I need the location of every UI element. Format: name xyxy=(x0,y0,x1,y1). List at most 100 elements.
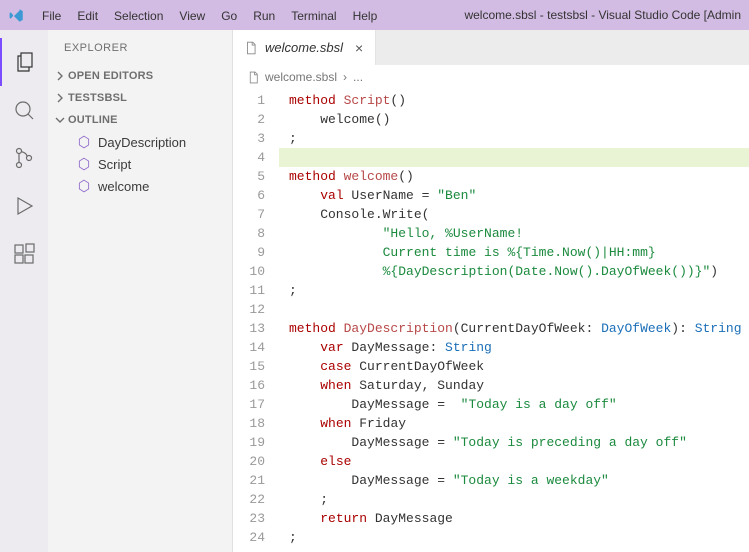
line-number: 15 xyxy=(233,357,265,376)
outline-item-label: Script xyxy=(98,157,131,172)
code-line[interactable]: case CurrentDayOfWeek xyxy=(279,357,749,376)
code-editor[interactable]: 123456789101112131415161718192021222324 … xyxy=(233,89,749,552)
menu-run[interactable]: Run xyxy=(245,5,283,27)
line-number: 7 xyxy=(233,205,265,224)
menu-view[interactable]: View xyxy=(171,5,213,27)
vscode-logo-icon xyxy=(8,7,24,23)
activity-bar xyxy=(0,30,48,552)
code-content[interactable]: method Script() welcome(); method welcome… xyxy=(279,89,749,552)
chevron-down-icon xyxy=(52,115,68,125)
code-line[interactable]: "Hello, %UserName! xyxy=(279,224,749,243)
menu-file[interactable]: File xyxy=(34,5,69,27)
line-number: 19 xyxy=(233,433,265,452)
source-control-icon[interactable] xyxy=(0,134,48,182)
outline-item-daydescription[interactable]: DayDescription xyxy=(48,131,232,153)
line-number: 21 xyxy=(233,471,265,490)
line-number: 8 xyxy=(233,224,265,243)
code-line[interactable]: method Script() xyxy=(279,91,749,110)
main-area: EXPLORER OPEN EDITORS TESTSBSL OUTLINE DayD… xyxy=(0,30,749,552)
file-icon xyxy=(245,69,261,85)
section-label: TESTSBSL xyxy=(68,92,127,104)
tab-label: welcome.sbsl xyxy=(265,40,343,55)
outline-item-welcome[interactable]: welcome xyxy=(48,175,232,197)
line-number: 4 xyxy=(233,148,265,167)
outline-item-label: welcome xyxy=(98,179,149,194)
code-line[interactable] xyxy=(279,148,749,167)
code-line[interactable]: DayMessage = "Today is preceding a day o… xyxy=(279,433,749,452)
code-line[interactable]: DayMessage = "Today is a weekday" xyxy=(279,471,749,490)
code-line[interactable]: Current time is %{Time.Now()|HH:mm} xyxy=(279,243,749,262)
symbol-method-icon xyxy=(76,178,92,194)
line-number: 5 xyxy=(233,167,265,186)
menu-bar: FileEditSelectionViewGoRunTerminalHelp xyxy=(34,8,385,23)
tab-welcome-sbsl[interactable]: welcome.sbsl × xyxy=(233,30,376,65)
line-number: 14 xyxy=(233,338,265,357)
code-line[interactable]: DayMessage = "Today is a day off" xyxy=(279,395,749,414)
code-line[interactable]: ; xyxy=(279,129,749,148)
line-number: 10 xyxy=(233,262,265,281)
line-number: 16 xyxy=(233,376,265,395)
chevron-right-icon xyxy=(52,71,68,81)
line-number: 1 xyxy=(233,91,265,110)
chevron-right-icon xyxy=(52,93,68,103)
menu-selection[interactable]: Selection xyxy=(106,5,171,27)
close-icon[interactable]: × xyxy=(351,40,367,56)
line-number: 2 xyxy=(233,110,265,129)
line-number: 11 xyxy=(233,281,265,300)
window-title: welcome.sbsl - testsbsl - Visual Studio … xyxy=(464,8,741,22)
line-number: 3 xyxy=(233,129,265,148)
explorer-icon[interactable] xyxy=(0,38,48,86)
extensions-icon[interactable] xyxy=(0,230,48,278)
code-line[interactable]: var DayMessage: String xyxy=(279,338,749,357)
line-number: 9 xyxy=(233,243,265,262)
title-bar: FileEditSelectionViewGoRunTerminalHelp w… xyxy=(0,0,749,30)
run-debug-icon[interactable] xyxy=(0,182,48,230)
code-line[interactable]: else xyxy=(279,452,749,471)
line-number: 18 xyxy=(233,414,265,433)
menu-help[interactable]: Help xyxy=(345,5,386,27)
editor-area: welcome.sbsl × welcome.sbsl › ... 123456… xyxy=(233,30,749,552)
menu-go[interactable]: Go xyxy=(213,5,245,27)
file-icon xyxy=(243,40,259,56)
line-numbers: 123456789101112131415161718192021222324 xyxy=(233,89,279,552)
line-number: 23 xyxy=(233,509,265,528)
code-line[interactable]: when Friday xyxy=(279,414,749,433)
editor-tabs: welcome.sbsl × xyxy=(233,30,749,65)
line-number: 6 xyxy=(233,186,265,205)
code-line[interactable]: val UserName = "Ben" xyxy=(279,186,749,205)
line-number: 24 xyxy=(233,528,265,547)
breadcrumb-rest: ... xyxy=(353,70,363,84)
code-line[interactable]: %{DayDescription(Date.Now().DayOfWeek())… xyxy=(279,262,749,281)
line-number: 13 xyxy=(233,319,265,338)
outline-item-label: DayDescription xyxy=(98,135,186,150)
line-number: 12 xyxy=(233,300,265,319)
code-line[interactable]: Console.Write( xyxy=(279,205,749,224)
line-number: 17 xyxy=(233,395,265,414)
code-line[interactable] xyxy=(279,300,749,319)
code-line[interactable]: ; xyxy=(279,490,749,509)
code-line[interactable]: method DayDescription(CurrentDayOfWeek: … xyxy=(279,319,749,338)
outline-item-script[interactable]: Script xyxy=(48,153,232,175)
code-line[interactable]: welcome() xyxy=(279,110,749,129)
section-open-editors[interactable]: OPEN EDITORS xyxy=(48,65,232,87)
breadcrumb-file: welcome.sbsl xyxy=(265,70,337,84)
code-line[interactable]: ; xyxy=(279,281,749,300)
menu-terminal[interactable]: Terminal xyxy=(283,5,344,27)
line-number: 22 xyxy=(233,490,265,509)
section-testsbsl[interactable]: TESTSBSL xyxy=(48,87,232,109)
code-line[interactable]: method welcome() xyxy=(279,167,749,186)
symbol-method-icon xyxy=(76,134,92,150)
menu-edit[interactable]: Edit xyxy=(69,5,106,27)
line-number: 20 xyxy=(233,452,265,471)
breadcrumb[interactable]: welcome.sbsl › ... xyxy=(233,65,749,89)
search-icon[interactable] xyxy=(0,86,48,134)
section-outline[interactable]: OUTLINE xyxy=(48,109,232,131)
section-label: OPEN EDITORS xyxy=(68,70,153,82)
breadcrumb-sep: › xyxy=(343,70,347,84)
code-line[interactable]: ; xyxy=(279,528,749,547)
code-line[interactable]: when Saturday, Sunday xyxy=(279,376,749,395)
symbol-method-icon xyxy=(76,156,92,172)
sidebar-title: EXPLORER xyxy=(48,30,232,65)
sidebar: EXPLORER OPEN EDITORS TESTSBSL OUTLINE DayD… xyxy=(48,30,233,552)
code-line[interactable]: return DayMessage xyxy=(279,509,749,528)
